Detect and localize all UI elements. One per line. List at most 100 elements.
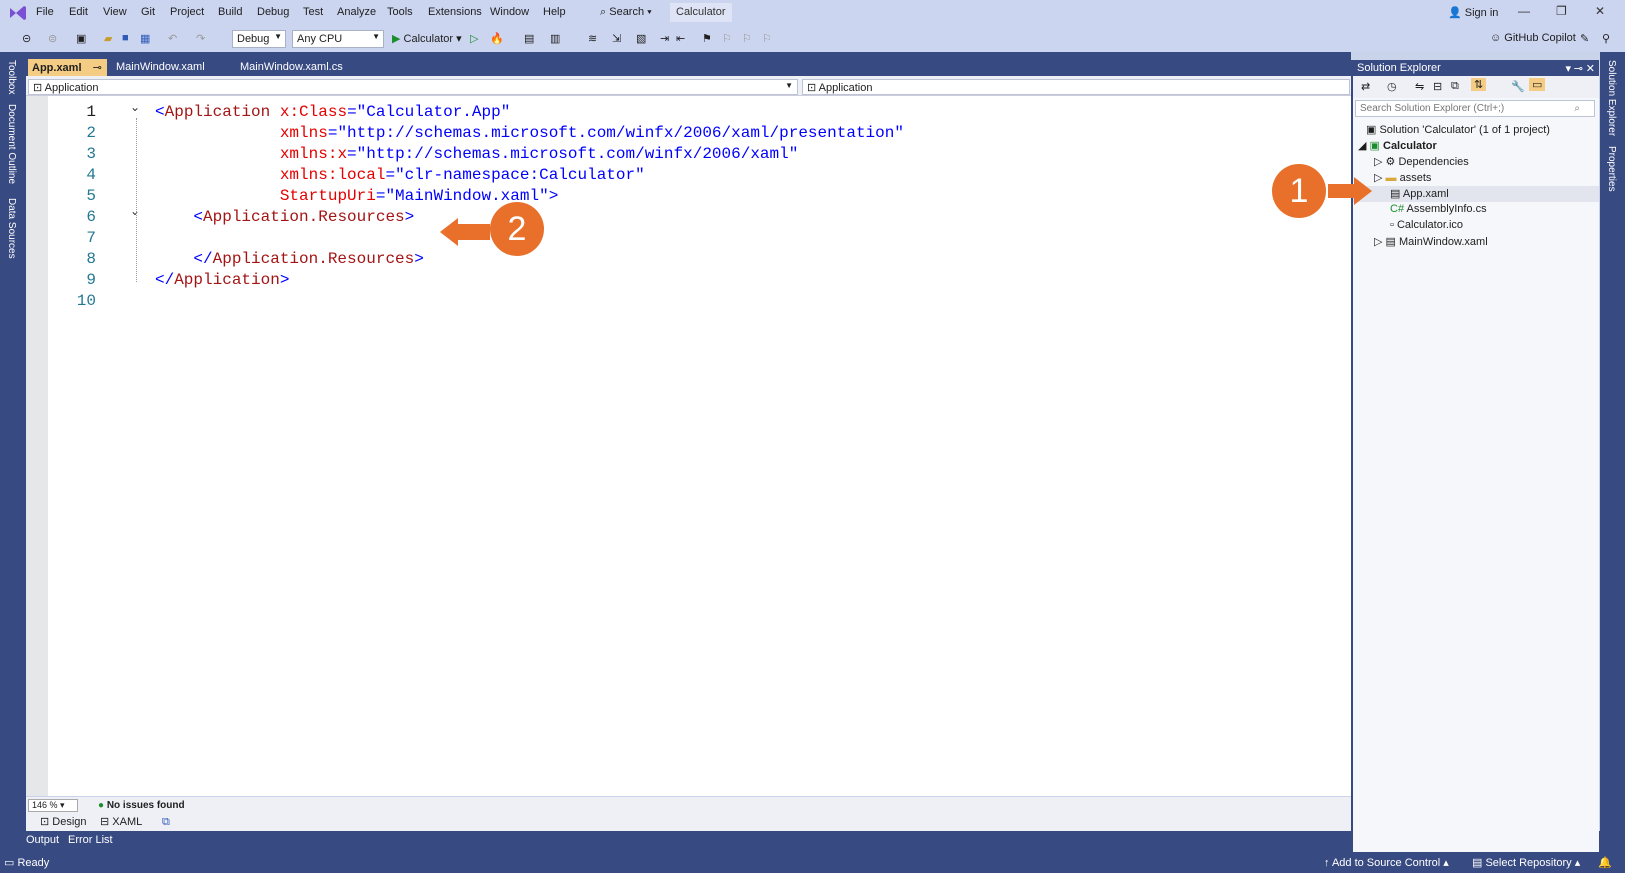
window-icon[interactable]: ▧ [636,32,650,46]
tree-item-app-xaml[interactable]: ▤ App.xaml [1390,187,1449,200]
tab-app-xaml[interactable]: App.xaml ⊸ ✕ [28,59,107,87]
history-icon[interactable]: ◷ [1387,80,1397,93]
collapse-all-icon[interactable]: ⊟ [1433,80,1442,93]
next-bookmark-icon[interactable]: ⚐ [742,32,756,46]
properties-tab[interactable]: Properties [1606,146,1617,192]
menu-item-project[interactable]: Project [170,6,204,18]
menu-item-extensions[interactable]: Extensions [428,6,482,18]
issues-indicator[interactable]: ● No issues found [98,800,185,811]
menu-item-git[interactable]: Git [141,6,155,18]
open-folder-icon[interactable]: ▰ [104,32,118,46]
code-line[interactable]: xmlns:local="clr-namespace:Calculator" [155,166,645,184]
tab-mainwindow-xaml-cs[interactable]: MainWindow.xaml.cs [236,59,347,76]
code-line[interactable]: <Application x:Class="Calculator.App" [155,103,510,121]
pin-icon[interactable]: ⊸ [1574,62,1583,75]
play-icon: ▶ [392,33,401,45]
tab-mainwindow-xaml[interactable]: MainWindow.xaml [112,59,209,76]
element-scope-select[interactable]: ⊡ Application ▼ [28,79,798,95]
solution-explorer-tab[interactable]: Solution Explorer [1606,60,1617,136]
code-line[interactable]: </Application> [155,271,289,289]
configuration-select[interactable]: Debug ▼ [232,30,286,48]
step-icon[interactable]: ⇲ [612,32,626,46]
browse-icon[interactable]: ▤ [524,32,538,46]
account-icon[interactable]: ⚲ [1602,32,1616,46]
tree-item-dependencies[interactable]: ▷ ⚙ Dependencies [1374,155,1469,168]
forward-icon[interactable]: ⊜ [48,32,62,46]
outdent-icon[interactable]: ⇤ [676,32,690,46]
menu-item-view[interactable]: View [103,6,127,18]
notifications-bell-icon[interactable]: 🔔 [1598,856,1612,869]
indent-icon[interactable]: ⇥ [660,32,674,46]
code-token: "clr-namespace:Calculator" [395,166,645,184]
format-icon[interactable]: ≋ [588,32,602,46]
hot-reload-icon[interactable]: 🔥 [490,32,504,46]
properties-wrench-icon[interactable]: 🔧 [1511,80,1525,93]
select-repository-button[interactable]: ▤ Select Repository ▴ [1472,856,1580,869]
tree-item-calculator-ico[interactable]: ▫ Calculator.ico [1390,219,1463,231]
save-all-icon[interactable]: ▦ [140,32,154,46]
tree-item-assemblyinfo[interactable]: C# AssemblyInfo.cs [1390,203,1487,215]
prev-bookmark-icon[interactable]: ⚐ [722,32,736,46]
redo-icon[interactable]: ↷ [196,32,210,46]
start-debugging-button[interactable]: ▶ Calculator ▾ [392,32,462,45]
back-icon[interactable]: ⊝ [22,32,36,46]
add-to-source-control-button[interactable]: ↑ Add to Source Control ▴ [1324,856,1449,869]
solution-search-input[interactable]: Search Solution Explorer (Ctrl+;) ⌕ [1355,100,1595,117]
document-outline-tab[interactable]: Document Outline [6,104,17,184]
menu-item-test[interactable]: Test [303,6,323,18]
minimize-button[interactable]: — [1518,4,1530,18]
bookmark-icon[interactable]: ⚑ [702,32,716,46]
code-line[interactable]: StartupUri="MainWindow.xaml"> [155,187,558,205]
start-without-debugging-icon[interactable]: ▷ [470,32,484,46]
collapse-icon[interactable]: ⌄ [130,100,140,114]
pin-icon[interactable]: ⊸ [93,62,102,74]
member-select[interactable]: ⊡ Application [802,79,1350,95]
xaml-tab[interactable]: ⊟ XAML [100,815,142,828]
close-window-button[interactable]: ✕ [1595,4,1605,18]
menu-item-tools[interactable]: Tools [387,6,413,18]
code-line[interactable]: xmlns="http://schemas.microsoft.com/winf… [155,124,904,142]
tree-item-assets[interactable]: ▷ ▬ assets [1374,171,1431,184]
output-tab[interactable]: Output [26,834,59,846]
tree-item-mainwindow-xaml[interactable]: ▷ ▤ MainWindow.xaml [1374,235,1488,248]
search-button[interactable]: ⌕ Search ▾ [596,4,656,22]
xaml-tab-label: XAML [112,816,143,828]
menu-item-file[interactable]: File [36,6,54,18]
zoom-select[interactable]: 146 % ▾ [28,799,78,812]
restore-button[interactable]: ❐ [1556,4,1567,18]
popout-icon[interactable]: ⧉ [162,816,170,829]
close-icon[interactable]: ✕ [1586,62,1595,75]
line-number: 1 [86,103,96,121]
preview-icon[interactable]: ▭ [1529,78,1546,91]
track-active-icon[interactable]: ⇅ [1471,78,1487,91]
switch-views-icon[interactable]: ⇄ [1361,80,1370,93]
menu-item-debug[interactable]: Debug [257,6,289,18]
sign-in-button[interactable]: 👤 Sign in [1448,6,1498,19]
project-node[interactable]: ◢ ▣ Calculator [1358,139,1437,152]
code-line[interactable]: <Application.Resources> [155,208,414,226]
show-all-files-icon[interactable]: ⧉ [1451,80,1459,93]
feedback-icon[interactable]: ✎ [1580,32,1594,46]
menu-item-window[interactable]: Window [490,6,529,18]
layout-icon[interactable]: ▥ [550,32,564,46]
undo-icon[interactable]: ↶ [168,32,182,46]
solution-node[interactable]: ▣ Solution 'Calculator' (1 of 1 project) [1366,123,1550,136]
menu-item-analyze[interactable]: Analyze [337,6,376,18]
github-copilot-button[interactable]: ☺ GitHub Copilot [1490,32,1576,44]
new-project-icon[interactable]: ▣ [76,32,90,46]
toolbox-tab[interactable]: Toolbox [6,60,17,94]
clear-bookmarks-icon[interactable]: ⚐ [762,32,776,46]
code-line[interactable]: xmlns:x="http://schemas.microsoft.com/wi… [155,145,799,163]
design-tab[interactable]: ⊡ Design [40,815,87,828]
sync-icon[interactable]: ⇋ [1415,80,1424,93]
error-list-tab[interactable]: Error List [68,834,113,846]
menu-item-edit[interactable]: Edit [69,6,88,18]
menu-item-build[interactable]: Build [218,6,242,18]
code-line[interactable]: </Application.Resources> [155,250,423,268]
platform-select[interactable]: Any CPU ▼ [292,30,384,48]
data-sources-tab[interactable]: Data Sources [6,198,17,259]
panel-menu-icon[interactable]: ▾ [1565,62,1571,75]
menu-item-help[interactable]: Help [543,6,566,18]
visual-studio-logo-icon[interactable] [8,4,28,22]
save-icon[interactable]: ■ [122,32,136,46]
